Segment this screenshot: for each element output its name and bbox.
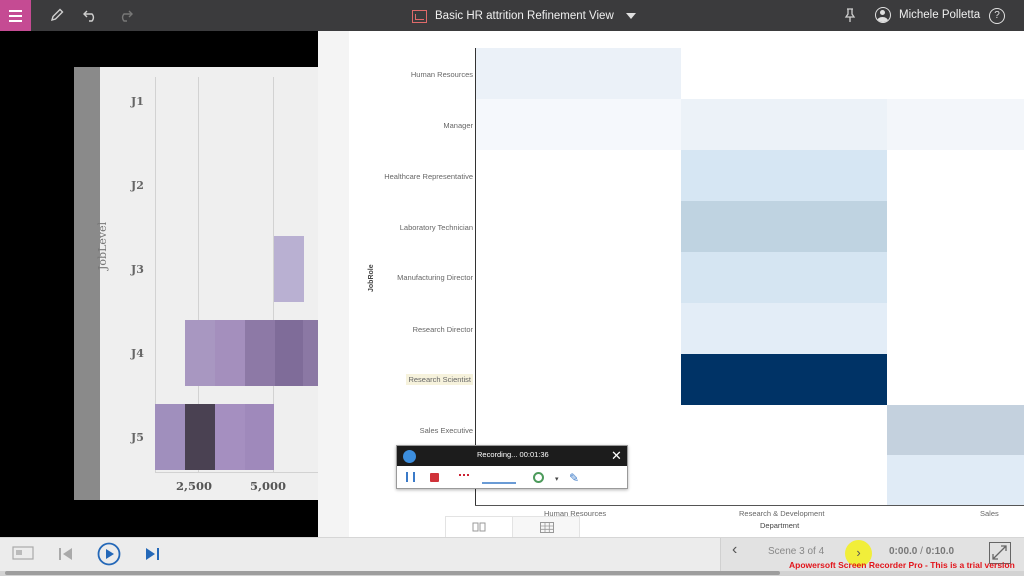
undo-icon[interactable] — [82, 7, 100, 25]
book-icon[interactable] — [446, 517, 513, 538]
table-icon[interactable] — [513, 517, 580, 538]
chevron-left-icon[interactable]: ‹ — [732, 541, 737, 559]
chevron-down-icon[interactable] — [625, 13, 636, 19]
heatmap-cell[interactable] — [887, 455, 1024, 505]
pen-icon[interactable]: ✎ — [569, 471, 579, 485]
joblevel-bar — [185, 404, 215, 470]
skip-forward-icon[interactable] — [144, 547, 160, 566]
view-tabs — [445, 516, 580, 538]
time-total: 0:10.0 — [925, 546, 955, 557]
joblevel-tick-j3: J3 — [131, 263, 144, 276]
heatmap-cell[interactable] — [681, 99, 887, 150]
x-tick-2500: 2,500 — [176, 479, 213, 493]
joblevel-bar — [274, 236, 304, 302]
joblevel-bar — [303, 320, 318, 386]
x-tick-5000: 5,000 — [250, 479, 287, 493]
recorder-header: Recording... 00:01:36 ✕ — [397, 446, 627, 466]
joblevel-bar — [275, 320, 303, 386]
axis-line — [155, 472, 318, 473]
heatmap-cell[interactable] — [681, 201, 887, 252]
help-icon[interactable]: ? — [989, 8, 1005, 24]
skip-back-icon[interactable] — [58, 547, 74, 566]
heatmap-cell[interactable] — [681, 252, 887, 303]
pencil-icon[interactable] — [48, 7, 66, 25]
time-separator: / — [920, 546, 923, 557]
stop-icon[interactable] — [430, 473, 439, 482]
joblevel-tick-j4: J4 — [131, 347, 144, 360]
col-label-research-development[interactable]: Research & Development — [739, 509, 824, 518]
heatmap-cell[interactable] — [681, 150, 887, 201]
jobrole-axis-label: JobRole — [368, 264, 375, 292]
recorder-watermark: Apowersoft Screen Recorder Pro - This is… — [789, 560, 1015, 570]
row-label-laboratory-technician[interactable]: Laboratory Technician — [400, 223, 473, 232]
user-name: Michele Polletta — [899, 9, 981, 21]
row-label-research-director[interactable]: Research Director — [413, 325, 473, 334]
close-icon[interactable]: ✕ — [611, 448, 622, 463]
heatmap-cell[interactable] — [681, 303, 887, 354]
joblevel-bar — [155, 404, 185, 470]
top-bar: Basic HR attrition Refinement View Miche… — [0, 0, 1024, 31]
play-icon[interactable] — [97, 542, 121, 571]
report-title-selector[interactable]: Basic HR attrition Refinement View — [412, 7, 636, 25]
y-axis-line — [475, 48, 476, 506]
user-icon — [875, 7, 891, 23]
report-icon — [412, 9, 427, 23]
user-menu[interactable]: Michele Polletta — [875, 7, 980, 23]
slides-icon[interactable] — [12, 546, 34, 567]
joblevel-axis-strip — [74, 67, 100, 500]
joblevel-bar — [215, 320, 245, 386]
heatmap-cell[interactable] — [681, 354, 887, 405]
row-label-healthcare-representative[interactable]: Healthcare Representative — [384, 172, 473, 181]
pause-icon[interactable] — [406, 472, 415, 482]
joblevel-bar — [245, 320, 275, 386]
joblevel-bar — [215, 404, 245, 470]
department-axis-label: Department — [760, 521, 800, 530]
chevron-down-icon[interactable]: ▾ — [555, 475, 559, 483]
row-label-research-scientist[interactable]: Research Scientist — [406, 374, 473, 385]
heatmap-cell[interactable] — [887, 99, 1024, 150]
recording-status: Recording... 00:01:36 — [477, 450, 549, 459]
app-root: Basic HR attrition Refinement View Miche… — [0, 0, 1024, 576]
row-label-sales-executive[interactable]: Sales Executive — [420, 426, 473, 435]
col-label-sales[interactable]: Sales — [980, 509, 999, 518]
time-current: 0:00.0 — [889, 546, 918, 557]
menu-icon[interactable] — [0, 0, 31, 31]
mouse-track-icon[interactable] — [459, 474, 469, 480]
joblevel-tick-j2: J2 — [131, 179, 144, 192]
row-label-manager[interactable]: Manager — [443, 121, 473, 130]
joblevel-axis-label: JobLevel — [96, 221, 109, 270]
x-axis-line — [475, 505, 1024, 506]
joblevel-tick-j1: J1 — [131, 95, 144, 108]
heatmap-cell[interactable] — [476, 99, 681, 150]
joblevel-bar — [245, 404, 274, 470]
report-title: Basic HR attrition Refinement View — [435, 10, 614, 22]
scene-indicator: Scene 3 of 4 — [768, 546, 825, 557]
time-display: 0:00.0 / 0:10.0 — [889, 546, 954, 557]
heatmap-cell[interactable] — [476, 48, 681, 99]
redo-icon[interactable] — [116, 7, 134, 25]
audio-wave-icon[interactable] — [482, 472, 516, 484]
heatmap-cell[interactable] — [887, 405, 1024, 455]
screen-recorder-widget: Recording... 00:01:36 ✕ ▾ ✎ — [396, 445, 628, 489]
recorder-logo-icon — [403, 450, 416, 463]
row-label-human-resources[interactable]: Human Resources — [411, 70, 473, 79]
progress-scrollbar[interactable] — [5, 571, 780, 575]
joblevel-tick-j5: J5 — [131, 431, 144, 444]
pin-icon[interactable] — [841, 7, 859, 25]
row-label-manufacturing-director[interactable]: Manufacturing Director — [397, 273, 473, 282]
webcam-icon[interactable] — [533, 472, 544, 483]
joblevel-bar — [185, 320, 215, 386]
